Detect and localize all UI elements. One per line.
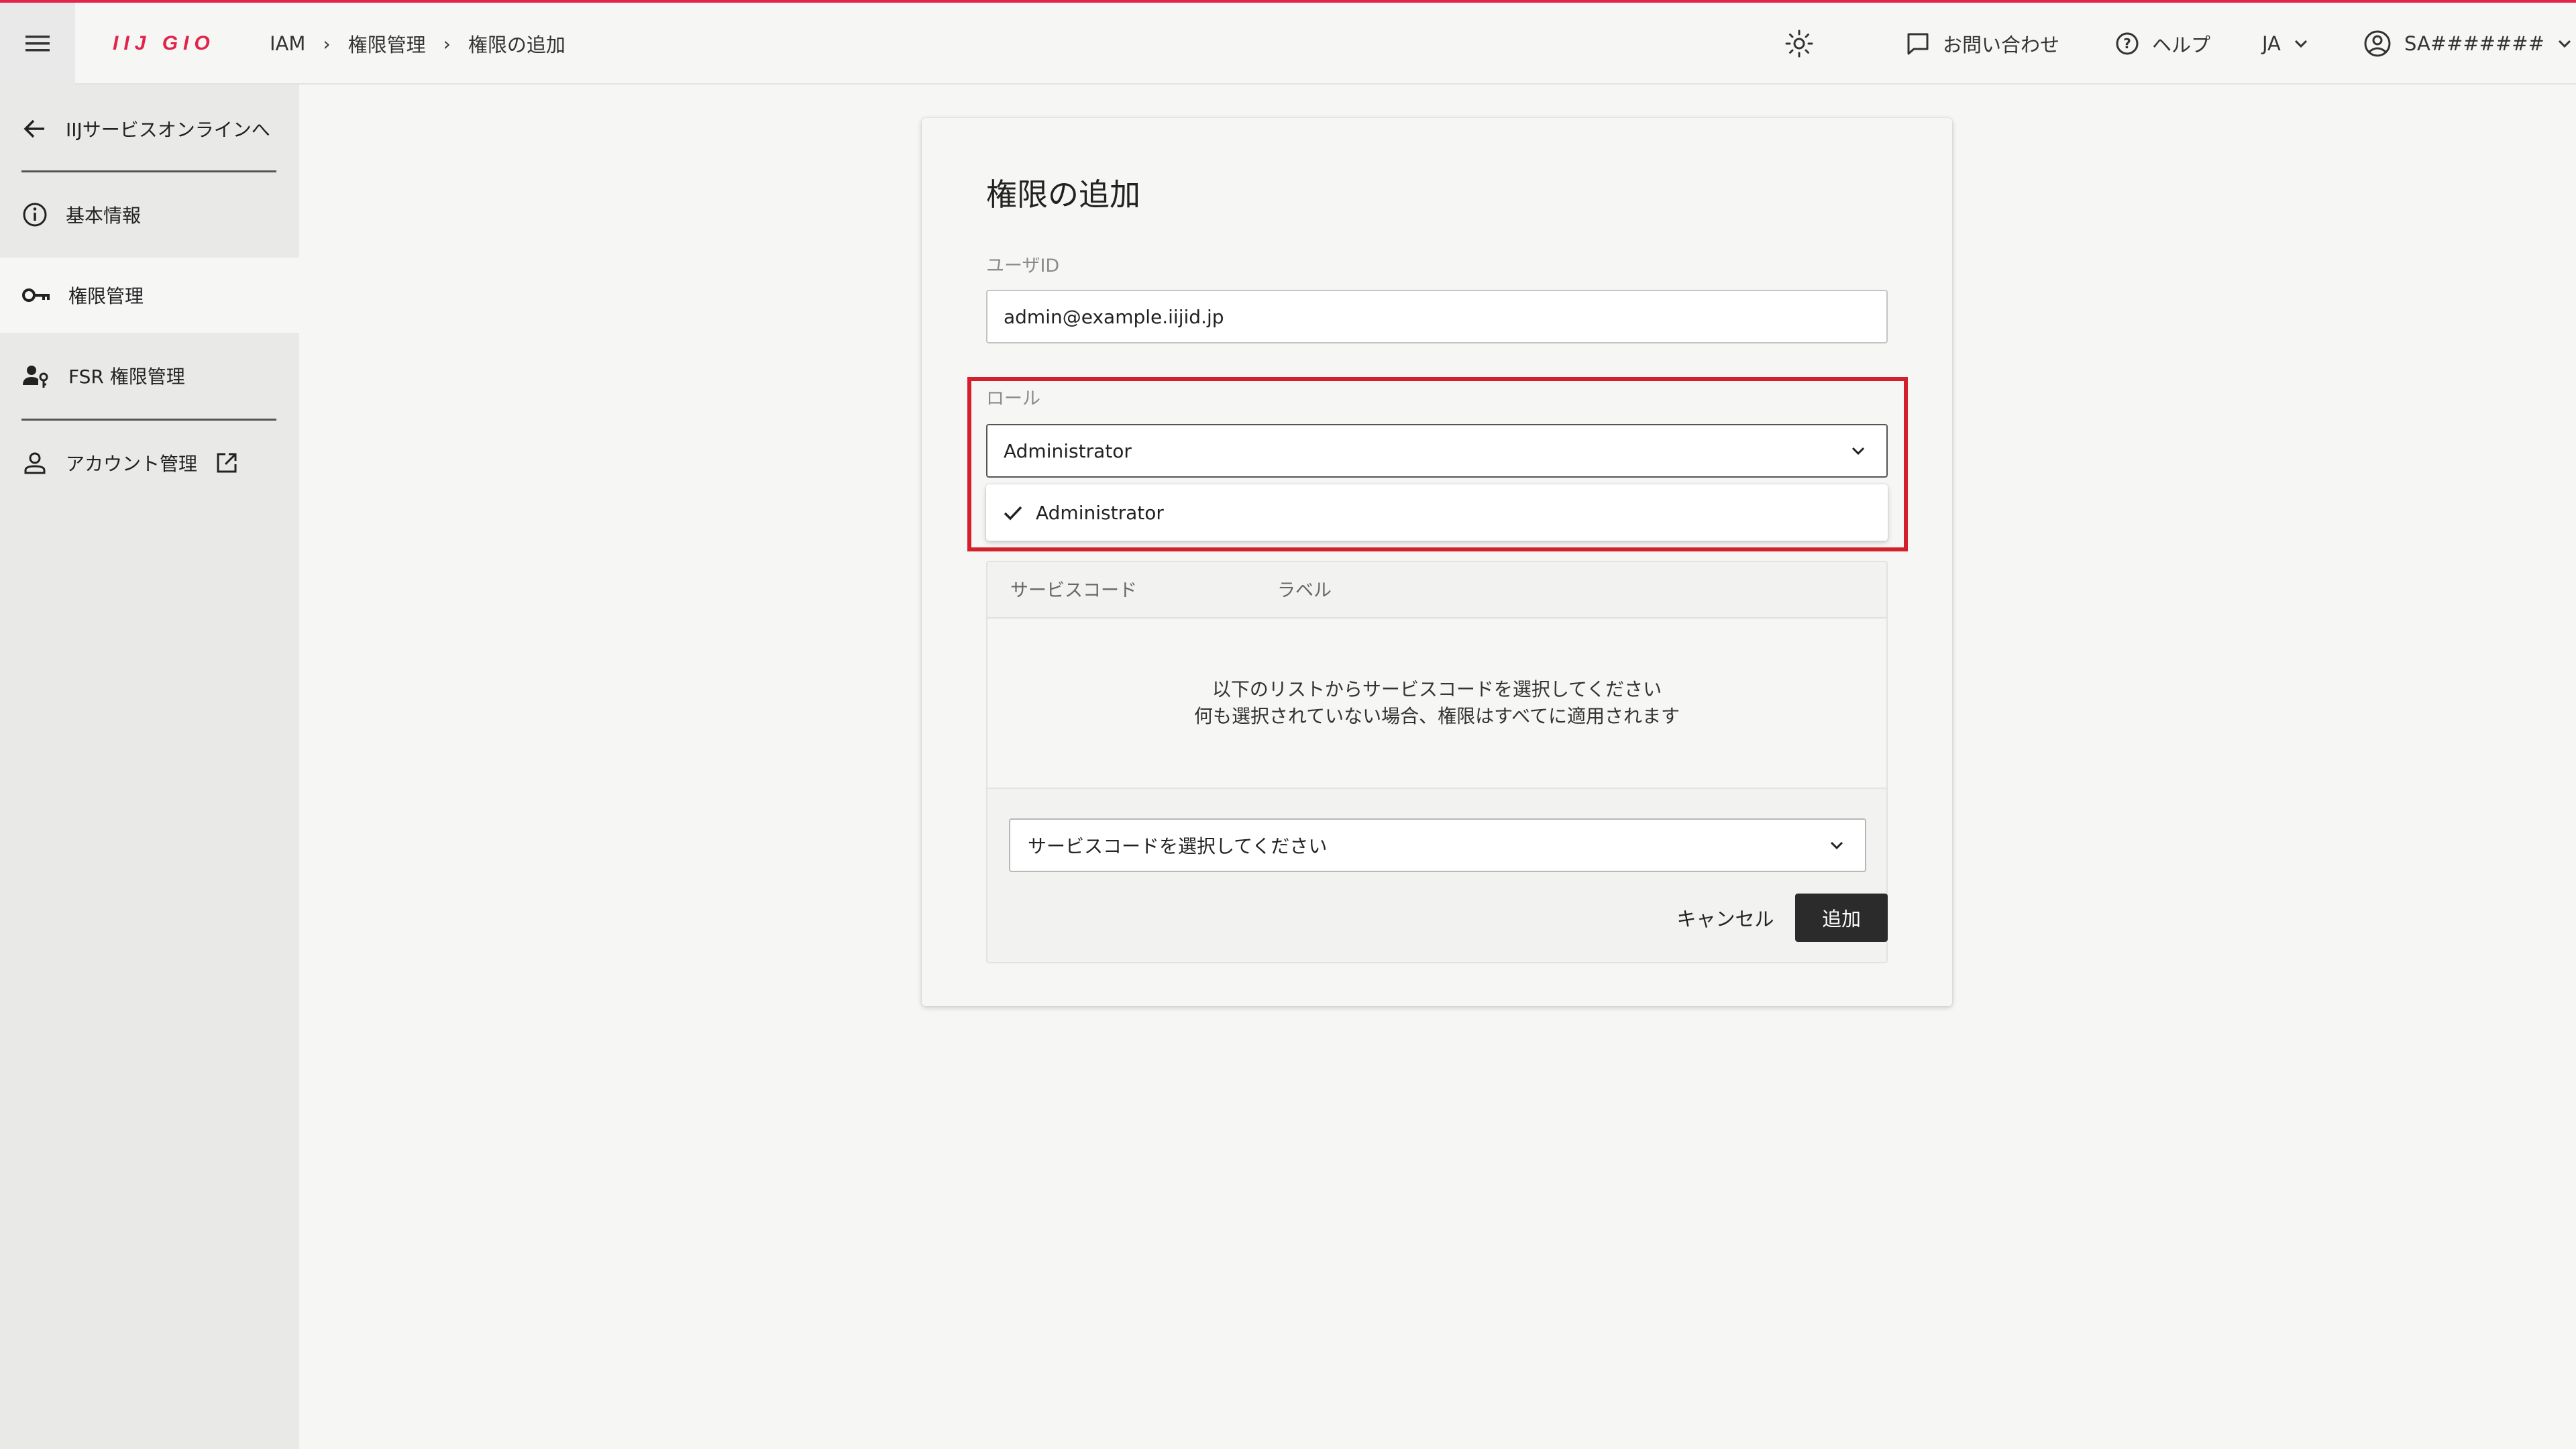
sidebar-item-label: アカウント管理 [66, 453, 198, 475]
chevron-down-icon [2294, 40, 2307, 48]
service-code-placeholder: サービスコードを選択してください [1028, 835, 1328, 857]
back-to-iij-service-online-link[interactable]: IIJサービスオンラインへ [0, 91, 299, 166]
sun-icon [1785, 30, 1813, 58]
sidebar-item-label: 権限管理 [68, 285, 144, 307]
sidebar-item-label: FSR 権限管理 [68, 366, 185, 388]
iij-gio-logo-mark: IIJ GIO [113, 32, 215, 54]
page-title: 権限の追加 [986, 176, 1140, 213]
role-selected-value: Administrator [1004, 439, 1132, 462]
empty-message-line-1: 以下のリストからサービスコードを選択してください [1212, 678, 1662, 700]
help-label: ヘルプ [2152, 34, 2211, 56]
arrow-left-icon [23, 119, 44, 138]
sidebar-divider [21, 170, 276, 172]
sidebar-item-account-management[interactable]: アカウント管理 [0, 425, 299, 500]
sidebar-item-basic-info[interactable]: 基本情報 [0, 177, 299, 252]
service-code-select[interactable]: サービスコードを選択してください [1009, 818, 1866, 872]
svg-text:IIJ GIO: IIJ GIO [113, 32, 215, 54]
top-header: IIJ GIO IAM › 権限管理 › 権限の追加 お問い合わせ ? ヘルプ … [0, 3, 2576, 85]
external-link-icon [217, 453, 237, 473]
breadcrumb-separator: › [323, 32, 331, 55]
role-label: ロール [986, 388, 1040, 409]
cancel-button[interactable]: キャンセル [1660, 894, 1791, 942]
empty-message-line-2: 何も選択されていない場合、権限はすべてに適用されます [1193, 705, 1680, 727]
sidebar-item-permission-management[interactable]: 権限管理 [0, 258, 299, 333]
chevron-down-icon [1830, 841, 1843, 850]
help-icon: ? [2116, 32, 2139, 55]
language-selector[interactable]: JA [2262, 32, 2309, 55]
sidebar-item-label: 基本情報 [66, 205, 142, 227]
account-circle-icon [2364, 30, 2391, 57]
hamburger-icon [25, 36, 50, 52]
contact-link[interactable]: お問い合わせ [1905, 30, 2059, 58]
user-id-label: ユーザID [986, 256, 1060, 276]
user-id-value: admin@example.iijid.jp [1004, 305, 1224, 328]
chevron-down-icon [2558, 40, 2571, 48]
account-menu[interactable]: SA####### [2363, 29, 2573, 58]
key-icon [22, 288, 50, 302]
breadcrumb-iam[interactable]: IAM [270, 32, 305, 55]
account-id: SA####### [2404, 32, 2544, 55]
theme-toggle-button[interactable] [1784, 3, 1814, 85]
column-header-label: ラベル [1277, 580, 1332, 601]
role-option-label: Administrator [1036, 501, 1164, 524]
svg-text:?: ? [2123, 36, 2131, 52]
sidebar: IIJサービスオンラインへ 基本情報 権限管理 FSR 権限管理 アカウント管理 [0, 85, 299, 1449]
info-icon [23, 203, 47, 227]
breadcrumb-current-page: 権限の追加 [468, 34, 566, 56]
user-key-icon [23, 366, 48, 388]
contact-label: お問い合わせ [1943, 34, 2060, 56]
column-header-service-code: サービスコード [1010, 580, 1137, 601]
iij-gio-logo[interactable]: IIJ GIO [113, 23, 227, 63]
user-id-field[interactable]: admin@example.iijid.jp [986, 290, 1888, 343]
role-select[interactable]: Administrator [986, 424, 1888, 478]
service-table-empty-state: 以下のリストからサービスコードを選択してください 何も選択されていない場合、権限… [987, 619, 1886, 789]
breadcrumb-permission-management[interactable]: 権限管理 [348, 30, 426, 58]
breadcrumb-separator: › [443, 32, 451, 55]
person-icon [24, 452, 46, 474]
sidebar-divider [21, 419, 276, 421]
back-label: IIJサービスオンラインへ [66, 119, 270, 141]
help-link[interactable]: ? ヘルプ [2114, 30, 2210, 58]
service-table-header: サービスコード ラベル [987, 562, 1886, 619]
chevron-down-icon [1851, 447, 1865, 455]
add-permission-card: 権限の追加 ユーザID admin@example.iijid.jp ロール A… [922, 118, 1952, 1006]
hamburger-menu-button[interactable] [0, 3, 75, 85]
add-button[interactable]: 追加 [1795, 894, 1888, 942]
check-icon [1004, 506, 1022, 521]
breadcrumb: IAM › 権限管理 › 権限の追加 [270, 3, 566, 85]
chat-icon [1907, 33, 1929, 55]
language-label: JA [2262, 32, 2281, 55]
sidebar-item-fsr-permission-management[interactable]: FSR 権限管理 [0, 338, 299, 413]
role-dropdown-option-administrator[interactable]: Administrator [986, 484, 1888, 541]
